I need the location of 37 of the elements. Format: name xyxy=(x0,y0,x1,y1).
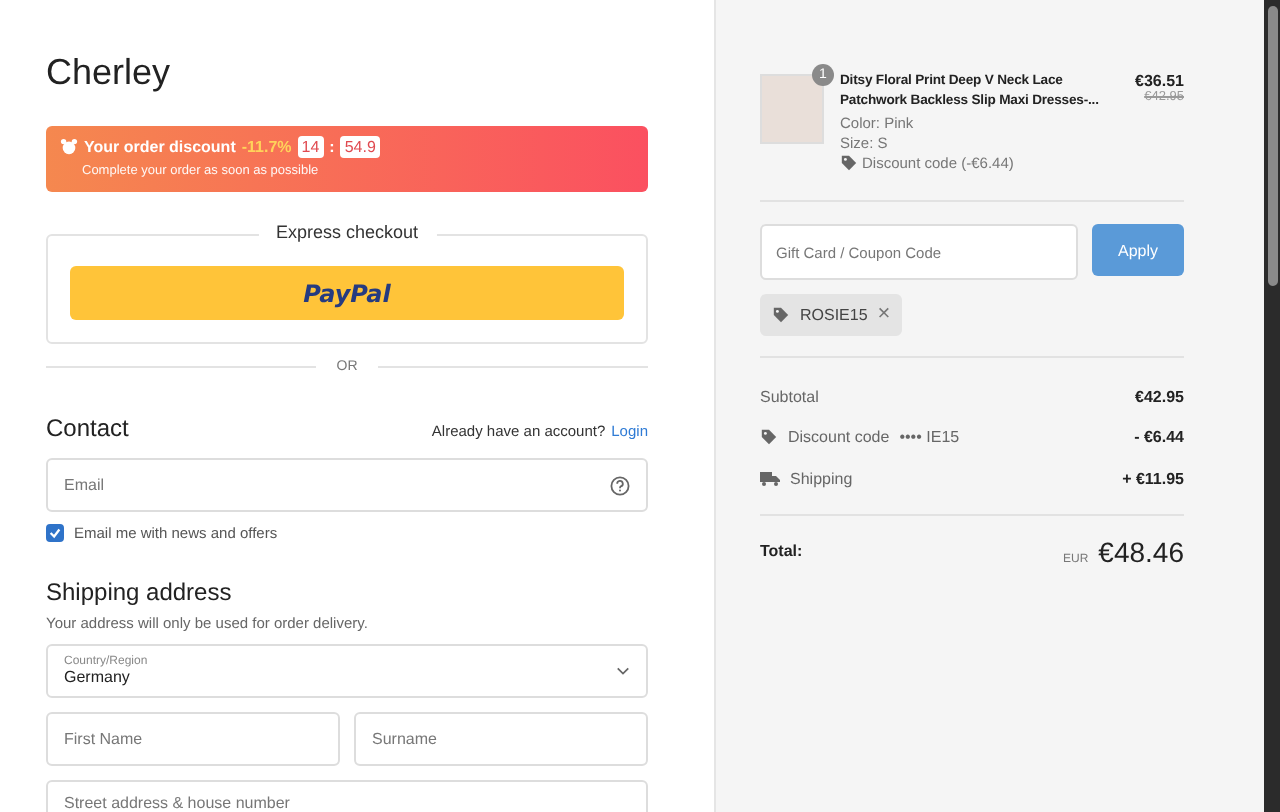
total-label: Total: xyxy=(760,542,803,560)
street-field[interactable]: Street address & house number xyxy=(46,780,648,812)
tag-icon xyxy=(840,154,858,172)
timer-minutes: 14 xyxy=(297,136,324,158)
discount-code: •••• IE15 xyxy=(899,428,960,447)
first-name-field[interactable]: First Name xyxy=(46,712,340,766)
tag-icon xyxy=(760,428,778,447)
summary-label: Subtotal xyxy=(760,387,819,406)
contact-heading: Contact xyxy=(46,414,129,442)
help-icon xyxy=(610,475,630,495)
apply-button[interactable]: Apply xyxy=(1092,224,1184,276)
summary-value: - €6.44 xyxy=(1134,428,1184,447)
remove-coupon-button[interactable]: × xyxy=(877,304,891,326)
alarm-clock-icon xyxy=(60,138,78,156)
store-name: Cherley xyxy=(46,52,173,92)
product-photo-placeholder xyxy=(760,74,824,144)
email-field[interactable]: Email xyxy=(46,458,648,512)
timer-seconds: 54.9 xyxy=(340,136,380,158)
surname-field[interactable]: Surname xyxy=(354,712,648,766)
summary-value: + €11.95 xyxy=(1122,469,1184,488)
discount-percent: -11.7% xyxy=(241,138,292,156)
coupon-code: ROSIE15 xyxy=(800,306,868,324)
shipping-heading: Shipping address xyxy=(46,578,234,606)
summary-label: Shipping xyxy=(790,469,853,488)
summary-label: Discount code xyxy=(788,428,890,447)
discount-label: Your order discount xyxy=(84,138,236,156)
truck-icon xyxy=(760,470,780,487)
newsletter-checkbox[interactable] xyxy=(46,524,64,542)
paypal-button[interactable]: PayPal xyxy=(70,266,624,320)
express-checkout-title: Express checkout xyxy=(257,222,437,242)
chevron-down-icon xyxy=(616,666,630,676)
scrollbar-thumb[interactable] xyxy=(1267,6,1277,286)
tag-icon xyxy=(772,306,790,324)
timer-separator: : xyxy=(329,138,335,156)
total-value: €48.46 xyxy=(1098,535,1184,567)
product-price: €36.51 xyxy=(1135,72,1184,90)
summary-value: €42.95 xyxy=(1135,387,1184,406)
